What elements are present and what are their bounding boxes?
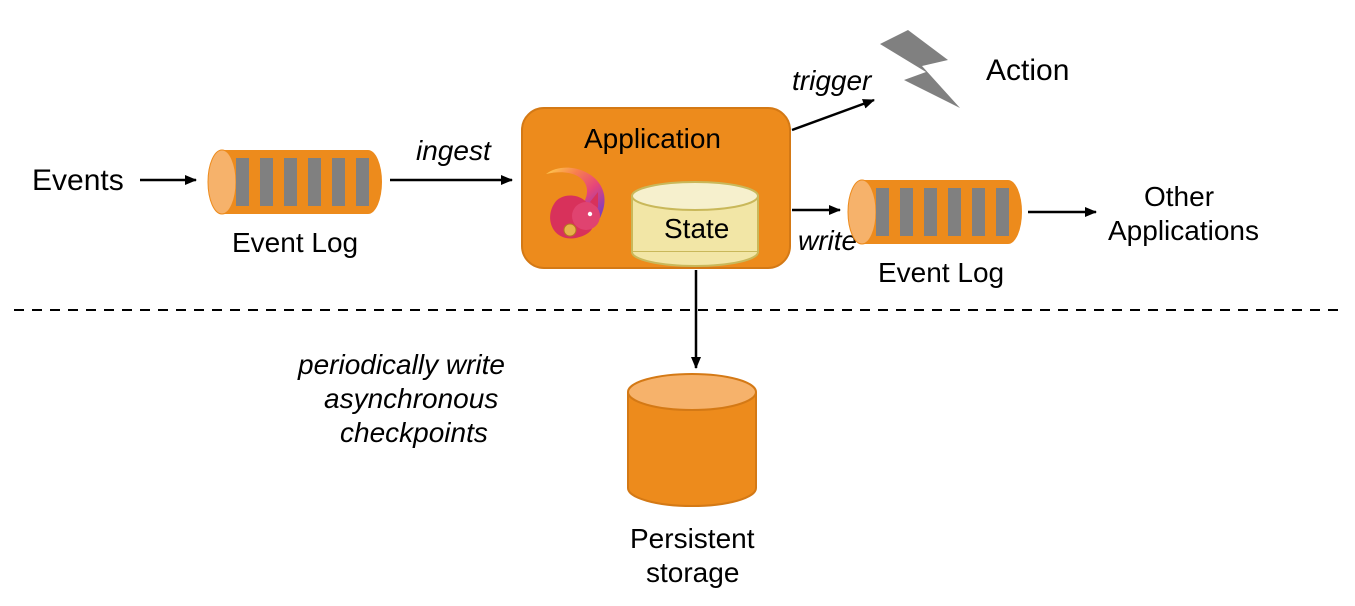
checkpoint-line3: checkpoints [340, 417, 488, 448]
event-log-left [208, 150, 382, 214]
architecture-diagram: Events Event Log ingest Application [0, 0, 1355, 606]
event-log-right [848, 180, 1022, 244]
checkpoint-line1: periodically write [297, 349, 505, 380]
state-label: State [664, 213, 729, 244]
persistent-label-2: storage [646, 557, 739, 588]
persistent-label-1: Persistent [630, 523, 755, 554]
event-log-left-label: Event Log [232, 227, 358, 258]
persistent-storage-cylinder [628, 374, 756, 506]
event-log-right-label: Event Log [878, 257, 1004, 288]
other-apps-label-2: Applications [1108, 215, 1259, 246]
other-apps-label-1: Other [1144, 181, 1214, 212]
lightning-icon [880, 30, 960, 108]
checkpoint-line2: asynchronous [324, 383, 498, 414]
action-label: Action [986, 54, 1069, 87]
events-label: Events [32, 164, 124, 197]
ingest-label: ingest [416, 135, 492, 166]
write-label: write [798, 225, 857, 256]
application-label: Application [584, 123, 721, 154]
trigger-label: trigger [792, 65, 873, 96]
arrow-trigger [792, 100, 874, 130]
